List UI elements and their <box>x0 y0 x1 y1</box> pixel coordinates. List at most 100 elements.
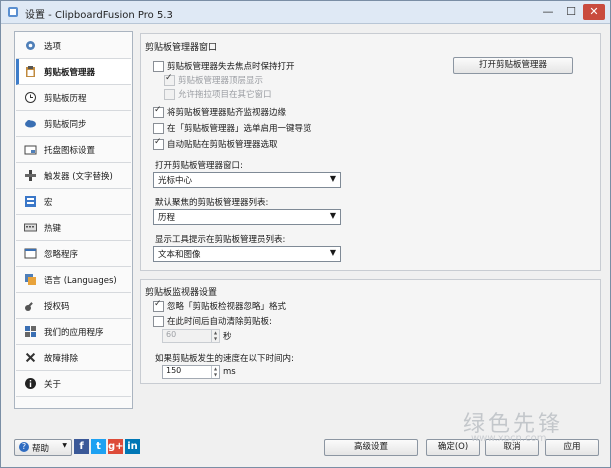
sidebar-item-our-apps[interactable]: 我们的应用程序 <box>16 319 131 345</box>
sidebar-item-history[interactable]: 剪贴板历程 <box>16 85 131 111</box>
cloud-sync-icon <box>25 120 36 128</box>
spin-arrows-icon[interactable]: ▲ ▼ <box>211 330 219 342</box>
sidebar-item-label: 剪贴板同步 <box>44 120 87 130</box>
sidebar-item-about[interactable]: 关于 <box>16 371 131 397</box>
speed-label: 如果剪贴板发生的速度在以下时间内: <box>155 354 294 364</box>
open-window-select[interactable]: 光标中心 ▼ <box>153 172 341 188</box>
sidebar-item-clipboard-manager[interactable]: 剪贴板管理器 <box>16 59 131 85</box>
auto-clear-seconds-input[interactable]: 60 ▲ ▼ <box>162 329 220 343</box>
sidebar-item-label: 语言 (Languages) <box>44 276 117 286</box>
gear-icon <box>26 41 35 50</box>
spin-arrows-icon[interactable]: ▲ ▼ <box>211 366 219 378</box>
tray-icon <box>24 145 37 155</box>
sidebar-item-label: 忽略程序 <box>44 250 79 260</box>
auto-clear-label: 在此时间后自动清除剪贴板: <box>167 317 272 327</box>
sidebar-item-hotkeys[interactable]: 热键 <box>16 215 131 241</box>
chevron-down-icon: ▼ <box>62 442 67 449</box>
close-button[interactable]: ✕ <box>583 4 605 20</box>
speed-unit: ms <box>223 367 236 377</box>
ignore-format-label: 忽略「剪贴板检视器忽略」格式 <box>167 302 287 312</box>
allow-drag-label: 允许拖拉项目在其它窗口 <box>178 90 272 100</box>
one-key-nav-checkbox[interactable] <box>153 123 164 134</box>
open-window-value: 光标中心 <box>158 176 193 186</box>
settings-sidebar: 选项 剪贴板管理器 剪贴板历程 剪贴板同步 托盘图标设置 触发器 (文字替换) … <box>14 31 133 409</box>
auto-paste-label: 自动贴贴在剪贴板管理器选取 <box>167 140 278 150</box>
sidebar-item-label: 热键 <box>44 224 62 234</box>
sidebar-item-license[interactable]: 授权码 <box>16 293 131 319</box>
help-label: 帮助 <box>32 444 50 454</box>
linkedin-icon[interactable]: in <box>125 439 140 454</box>
tooltip-label: 显示工具提示在剪贴板管理员列表: <box>155 235 286 245</box>
always-on-top-checkbox[interactable] <box>164 73 175 86</box>
facebook-icon[interactable]: f <box>74 439 89 454</box>
keep-open-checkbox[interactable] <box>153 61 164 72</box>
default-list-label: 默认聚焦的剪贴板管理器列表: <box>155 198 269 208</box>
key-icon <box>25 302 33 311</box>
sidebar-item-label: 关于 <box>44 380 62 390</box>
keep-open-label: 剪贴板管理器失去焦点时保持打开 <box>167 62 295 72</box>
sidebar-item-language[interactable]: 语言 (Languages) <box>16 267 131 293</box>
chevron-down-icon: ▼ <box>329 211 336 220</box>
sidebar-item-triggers[interactable]: 触发器 (文字替换) <box>16 163 131 189</box>
auto-clear-checkbox[interactable] <box>153 316 164 327</box>
auto-clear-seconds-value: 60 <box>166 330 177 339</box>
sidebar-item-options[interactable]: 选项 <box>16 33 131 59</box>
apps-icon <box>25 326 36 337</box>
sidebar-item-label: 剪贴板管理器 <box>44 68 96 78</box>
apply-button[interactable]: 应用 <box>545 439 599 456</box>
snap-edges-label: 将剪贴板管理器贴齐监视器边缘 <box>167 108 287 118</box>
sidebar-item-troubleshoot[interactable]: 故障排除 <box>16 345 131 371</box>
chevron-down-icon: ▼ <box>329 248 336 257</box>
default-list-value: 历程 <box>158 213 176 223</box>
snap-edges-checkbox[interactable] <box>153 105 164 118</box>
watermark-url: www.xpcn.com <box>471 433 547 444</box>
sidebar-item-label: 故障排除 <box>44 354 79 364</box>
advanced-settings-button[interactable]: 高级设置 <box>324 439 418 456</box>
settings-window: 设置 - ClipboardFusion Pro 5.3 — ☐ ✕ 选项 剪贴… <box>0 0 611 468</box>
sidebar-item-macros[interactable]: 宏 <box>16 189 131 215</box>
allow-drag-checkbox[interactable] <box>164 89 175 100</box>
sidebar-item-label: 我们的应用程序 <box>44 328 104 338</box>
keyboard-icon <box>24 223 37 232</box>
title-bar[interactable]: 设置 - ClipboardFusion Pro 5.3 — ☐ ✕ <box>1 1 610 24</box>
app-icon <box>8 7 18 17</box>
help-button[interactable]: ? 帮助 ▼ <box>14 439 72 456</box>
sidebar-item-ignore[interactable]: 忽略程序 <box>16 241 131 267</box>
sidebar-item-label: 托盘图标设置 <box>44 146 96 156</box>
monitor-title: 剪贴板监视器设置 <box>145 288 218 298</box>
default-list-select[interactable]: 历程 ▼ <box>153 209 341 225</box>
sidebar-item-label: 选项 <box>44 42 62 52</box>
chevron-down-icon: ▼ <box>329 174 336 183</box>
ignore-icon <box>24 248 37 259</box>
always-on-top-label: 剪贴板管理器顶层显示 <box>178 76 264 86</box>
google-plus-icon[interactable]: g+ <box>108 439 124 454</box>
trigger-icon <box>25 170 36 181</box>
open-window-label: 打开剪贴板管理器窗口: <box>155 161 243 171</box>
ignore-format-checkbox[interactable] <box>153 299 164 312</box>
sidebar-item-label: 触发器 (文字替换) <box>44 172 113 182</box>
open-manager-button[interactable]: 打开剪贴板管理器 <box>453 57 573 74</box>
one-key-nav-label: 在「剪贴板管理器」选单启用一键导览 <box>167 124 312 134</box>
help-icon: ? <box>19 442 29 452</box>
window-title: 设置 - ClipboardFusion Pro 5.3 <box>25 10 173 21</box>
tooltip-value: 文本和图像 <box>158 250 201 260</box>
tools-icon <box>25 352 36 363</box>
language-icon <box>25 274 36 285</box>
twitter-icon[interactable]: t <box>91 439 106 454</box>
clipboard-icon <box>26 66 35 77</box>
tooltip-select[interactable]: 文本和图像 ▼ <box>153 246 341 262</box>
sidebar-item-tray[interactable]: 托盘图标设置 <box>16 137 131 163</box>
clock-icon <box>25 92 36 103</box>
maximize-button[interactable]: ☐ <box>561 4 581 20</box>
minimize-button[interactable]: — <box>537 4 559 20</box>
auto-paste-checkbox[interactable] <box>153 137 164 150</box>
info-icon <box>25 378 36 389</box>
sidebar-item-label: 剪贴板历程 <box>44 94 87 104</box>
speed-ms-input[interactable]: 150 ▲ ▼ <box>162 365 220 379</box>
macro-icon <box>25 196 36 207</box>
speed-ms-value: 150 <box>166 366 182 375</box>
auto-clear-unit: 秒 <box>223 332 232 342</box>
manager-window-title: 剪贴板管理器窗口 <box>145 43 218 53</box>
sidebar-item-label: 宏 <box>44 198 53 208</box>
sidebar-item-sync[interactable]: 剪贴板同步 <box>16 111 131 137</box>
